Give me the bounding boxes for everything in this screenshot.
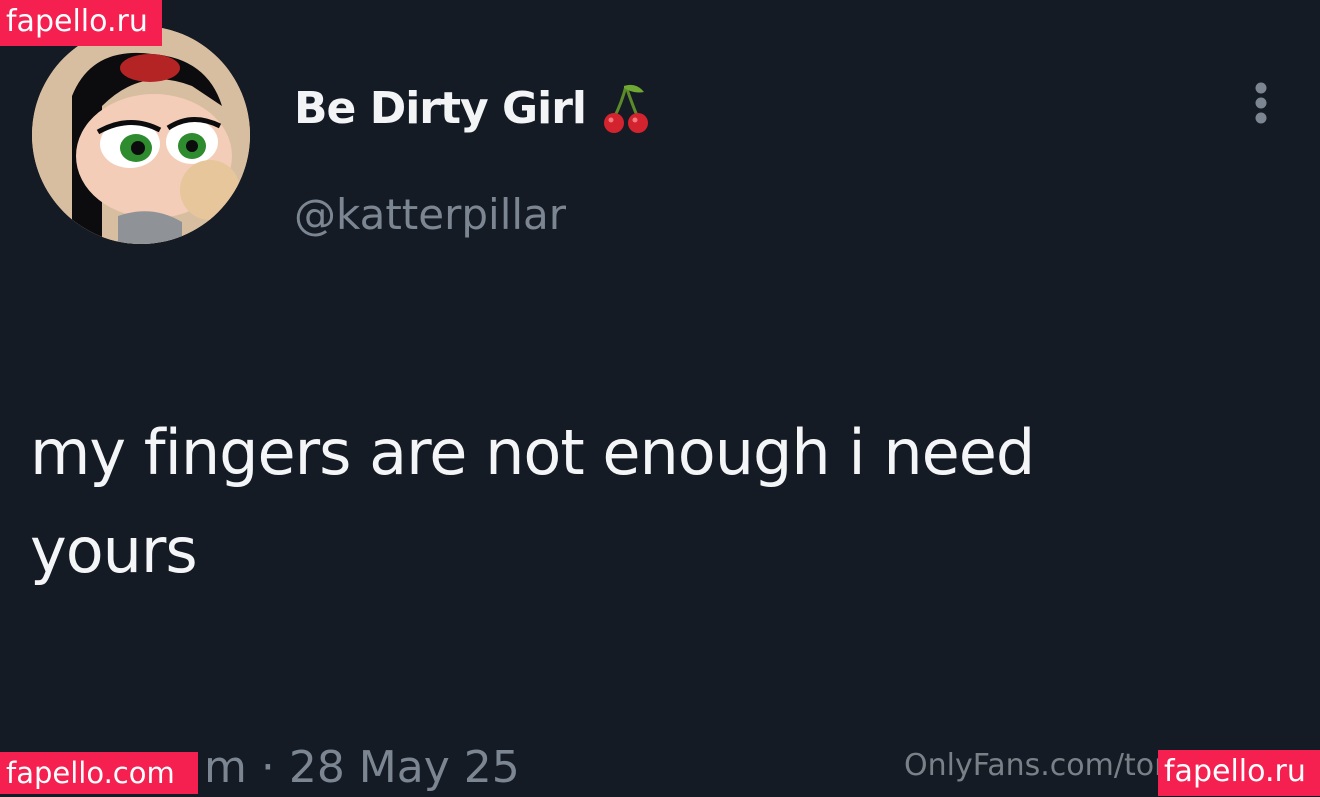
watermark-top-left: fapello.ru	[0, 0, 162, 46]
avatar[interactable]	[32, 26, 250, 244]
tweet-text: my fingers are not enough i need yours	[30, 416, 1035, 587]
onlyfans-watermark: OnlyFans.com/tor	[904, 748, 1167, 783]
more-vertical-icon[interactable]	[1246, 80, 1276, 128]
user-handle[interactable]: @katterpillar	[294, 190, 566, 239]
watermark-bottom-left: fapello.com	[0, 752, 198, 794]
display-name-row: Be Dirty Girl	[294, 78, 652, 138]
display-name[interactable]: Be Dirty Girl	[294, 83, 587, 134]
tweet-screenshot: Be Dirty Girl @katterpillar my fingers a…	[0, 0, 1320, 797]
tweet-timestamp[interactable]: m · 28 May 25	[204, 742, 520, 793]
cherry-icon	[604, 84, 649, 133]
watermark-bottom-right: fapello.ru	[1158, 750, 1320, 796]
avatar-illustration	[32, 26, 250, 244]
